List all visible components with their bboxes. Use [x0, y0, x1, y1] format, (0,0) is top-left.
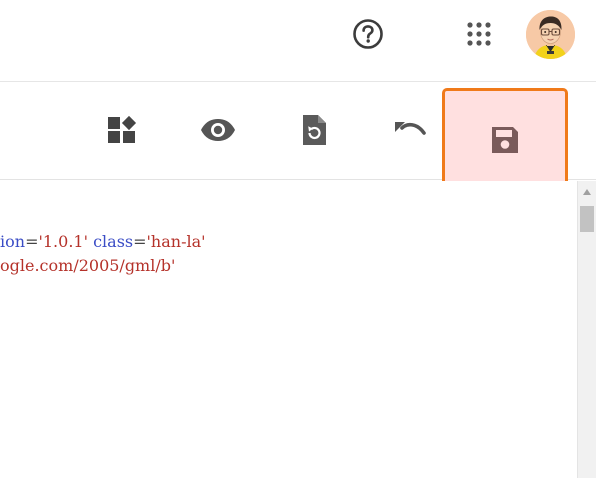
widgets-icon: [108, 115, 137, 143]
save-button[interactable]: [442, 88, 568, 192]
file-refresh-icon: [303, 115, 326, 145]
caret-up-icon: [583, 189, 591, 195]
scroll-thumb[interactable]: [580, 206, 594, 232]
user-avatar[interactable]: [526, 10, 575, 59]
reload-file-button[interactable]: [289, 105, 339, 155]
code-token: class: [93, 232, 134, 251]
scroll-up-button[interactable]: [578, 181, 596, 203]
help-button[interactable]: [350, 16, 386, 52]
preview-button[interactable]: [193, 105, 243, 155]
code-line-1: ion='1.0.1' class='han-la': [0, 232, 206, 252]
help-circle-icon: [353, 19, 383, 49]
undo-icon: [395, 122, 426, 135]
app-window: ion='1.0.1' class='han-la' ogle.com/2005…: [0, 0, 596, 478]
widgets-button[interactable]: [97, 105, 147, 155]
apps-button[interactable]: [461, 16, 497, 52]
code-token: =: [25, 232, 39, 251]
undo-button[interactable]: [385, 105, 435, 155]
save-floppy-icon: [492, 127, 518, 153]
apps-grid-icon: [467, 22, 491, 46]
code-token: ogle.com/2005/gml/b': [0, 256, 176, 275]
code-line-2: ogle.com/2005/gml/b': [0, 256, 175, 276]
code-editor[interactable]: ion='1.0.1' class='han-la' ogle.com/2005…: [0, 181, 577, 478]
code-token: '1.0.1': [38, 232, 88, 251]
eye-icon: [201, 119, 235, 141]
editor-toolbar: [0, 83, 596, 192]
vertical-scrollbar[interactable]: [577, 181, 596, 478]
code-token: ion: [0, 232, 26, 251]
avatar-image: [526, 10, 575, 59]
top-header: [0, 0, 596, 82]
code-token: =: [133, 232, 147, 251]
code-token: 'han-la': [146, 232, 206, 251]
